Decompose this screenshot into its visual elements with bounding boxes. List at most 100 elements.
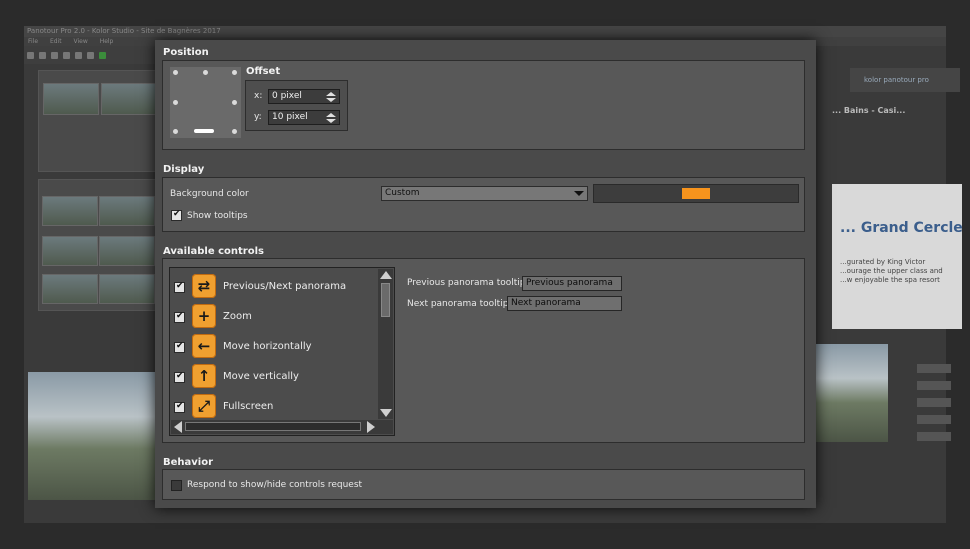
horizontal-scrollbar[interactable] — [171, 420, 393, 434]
next-tooltip-label: Next panorama tooltip — [407, 299, 509, 309]
fullscreen-checkbox[interactable] — [174, 401, 185, 413]
available-controls-section-title: Available controls — [163, 246, 264, 257]
offset-x-spinbox[interactable]: 0 pixel — [268, 89, 340, 104]
bg-photo-thumb — [812, 344, 888, 442]
bg-field[interactable] — [917, 364, 951, 373]
bg-thumbnail[interactable] — [42, 196, 98, 226]
background-color-select-value: Custom — [385, 188, 420, 198]
bg-thumbnail[interactable] — [101, 83, 157, 115]
list-item-move-vertically[interactable]: ↑ Move vertically — [170, 364, 376, 390]
scroll-up-icon[interactable] — [380, 271, 392, 279]
list-item-zoom[interactable]: + Zoom — [170, 304, 376, 330]
scroll-left-icon[interactable] — [174, 421, 182, 433]
bg-menu-file[interactable]: File — [28, 38, 38, 45]
anchor-bottom-center-selected[interactable] — [194, 129, 214, 133]
fullscreen-icon: ⤢ — [192, 394, 216, 418]
position-section-title: Position — [163, 47, 209, 58]
offset-y-value: 10 pixel — [272, 112, 308, 122]
anchor-top-right[interactable] — [232, 70, 237, 75]
zoom-label: Zoom — [223, 311, 252, 322]
list-item-prev-next[interactable]: ⇄ Previous/Next panorama — [170, 274, 376, 300]
bg-thumbnail[interactable] — [42, 274, 98, 304]
move-horizontal-icon: ← — [192, 334, 216, 358]
bg-menu-help[interactable]: Help — [100, 38, 114, 45]
prev-tooltip-label: Previous panorama tooltip — [407, 278, 526, 288]
respond-controls-request-label: Respond to show/hide controls request — [187, 480, 363, 490]
bg-menu-view[interactable]: View — [74, 38, 88, 45]
color-swatch[interactable] — [682, 188, 710, 199]
show-tooltips-label: Show tooltips — [187, 211, 248, 221]
bg-tool-icon[interactable] — [75, 52, 82, 59]
anchor-position-picker[interactable] — [170, 67, 241, 138]
offset-x-label: x: — [254, 91, 263, 101]
zoom-checkbox[interactable] — [174, 311, 185, 323]
bg-tool-icon[interactable] — [39, 52, 46, 59]
zoom-icon: + — [192, 304, 216, 328]
bg-thumbnail[interactable] — [99, 236, 155, 266]
move-horizontally-label: Move horizontally — [223, 341, 312, 352]
bg-field[interactable] — [917, 381, 951, 390]
behavior-section-title: Behavior — [163, 457, 214, 468]
move-vertically-checkbox[interactable] — [174, 371, 185, 383]
next-tooltip-input[interactable]: Next panorama — [507, 296, 622, 311]
bg-field[interactable] — [917, 432, 951, 441]
scrollbar-thumb[interactable] — [381, 283, 390, 317]
bg-thumbnail[interactable] — [42, 236, 98, 266]
bg-map-panel — [38, 70, 160, 172]
bg-thumbnail[interactable] — [99, 274, 155, 304]
show-tooltips-checkbox[interactable] — [171, 209, 182, 221]
controls-list: ⇄ Previous/Next panorama + Zoom ← Move h… — [169, 267, 395, 436]
prev-next-label: Previous/Next panorama — [223, 281, 347, 292]
display-group: Background color Custom Show tooltips — [162, 177, 805, 232]
bg-thumbnail[interactable] — [43, 83, 99, 115]
bg-properties — [917, 364, 951, 452]
position-group: Offset x: 0 pixel y: 10 pixel — [162, 60, 805, 150]
bg-menu-edit[interactable]: Edit — [50, 38, 62, 45]
bg-tool-icon[interactable] — [63, 52, 70, 59]
anchor-bottom-right[interactable] — [232, 129, 237, 134]
anchor-top-left[interactable] — [173, 70, 178, 75]
bg-field[interactable] — [917, 398, 951, 407]
background-color-picker[interactable] — [593, 184, 799, 203]
chevron-down-icon[interactable] — [574, 191, 584, 196]
anchor-middle-right[interactable] — [232, 100, 237, 105]
spin-arrows-icon[interactable] — [326, 92, 336, 102]
display-section-title: Display — [163, 164, 205, 175]
scroll-down-icon[interactable] — [380, 409, 392, 417]
bg-panel-title: ... Bains - Casi... — [832, 106, 906, 115]
prev-next-icon: ⇄ — [192, 274, 216, 298]
offset-y-spinbox[interactable]: 10 pixel — [268, 110, 340, 125]
prev-next-checkbox[interactable] — [174, 281, 185, 293]
list-item-move-horizontally[interactable]: ← Move horizontally — [170, 334, 376, 360]
bg-toolbar — [24, 46, 164, 64]
bg-preview-image — [28, 372, 156, 500]
bg-tool-icon[interactable] — [99, 52, 106, 59]
anchor-top-center[interactable] — [203, 70, 208, 75]
bg-thumbnail[interactable] — [99, 196, 155, 226]
background-color-select[interactable]: Custom — [381, 186, 588, 201]
scroll-right-icon[interactable] — [367, 421, 375, 433]
bg-document: ... Grand Cercle ...gurated by King Vict… — [832, 184, 962, 329]
spin-arrows-icon[interactable] — [326, 113, 336, 123]
prev-tooltip-input[interactable]: Previous panorama — [522, 276, 622, 291]
offset-y-label: y: — [254, 112, 262, 122]
respond-controls-request-checkbox[interactable] — [171, 480, 182, 491]
bg-brand-label: kolor panotour pro — [850, 68, 960, 92]
bg-tool-icon[interactable] — [87, 52, 94, 59]
bg-field[interactable] — [917, 415, 951, 424]
list-item-fullscreen[interactable]: ⤢ Fullscreen — [170, 394, 376, 420]
behavior-group: Respond to show/hide controls request — [162, 469, 805, 500]
anchor-middle-left[interactable] — [173, 100, 178, 105]
offset-label: Offset — [246, 66, 281, 77]
vertical-scrollbar[interactable] — [378, 269, 393, 419]
anchor-bottom-left[interactable] — [173, 129, 178, 134]
bg-tool-icon[interactable] — [27, 52, 34, 59]
bg-doc-text: ...gurated by King Victor ...ourage the … — [840, 258, 943, 284]
move-horizontally-checkbox[interactable] — [174, 341, 185, 353]
scrollbar-track[interactable] — [185, 422, 361, 431]
bg-tool-icon[interactable] — [51, 52, 58, 59]
available-controls-group: ⇄ Previous/Next panorama + Zoom ← Move h… — [162, 258, 805, 443]
offset-x-value: 0 pixel — [272, 91, 302, 101]
next-tooltip-value: Next panorama — [511, 298, 581, 308]
background-color-label: Background color — [170, 189, 249, 199]
